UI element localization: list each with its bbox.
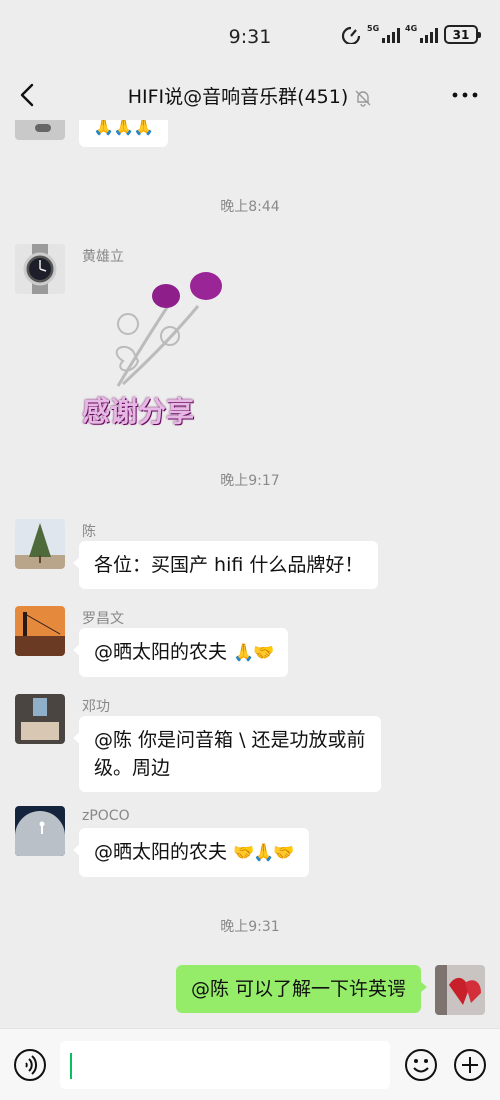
message-bubble[interactable]: @晒太阳的农夫 🙏🤝 <box>72 628 289 677</box>
message-text: @晒太阳的农夫 <box>94 841 234 863</box>
emoji-icon[interactable] <box>403 1047 439 1083</box>
avatar[interactable] <box>15 244 65 294</box>
my-message-bubble[interactable]: @陈 可以了解一下许英谔 <box>175 965 428 1013</box>
avatar[interactable] <box>15 120 65 140</box>
avatar[interactable] <box>15 519 65 569</box>
message-bubble[interactable]: 各位：买国产 hifi 什么品牌好！ <box>72 541 379 589</box>
watch-avatar-image <box>15 244 65 294</box>
timestamp: 晚上8:44 <box>220 199 280 215</box>
plus-icon[interactable] <box>452 1047 488 1083</box>
text-caret <box>70 1053 72 1079</box>
status-bar: 9:31 5G 4G 31 <box>0 0 500 72</box>
message-text: @陈 可以了解一下许英谔 <box>190 978 406 1000</box>
signal-5g-icon: 5G <box>367 24 400 43</box>
battery-icon: 31 <box>444 25 481 44</box>
mute-bell-icon <box>355 90 371 107</box>
desk-avatar-image <box>15 694 65 744</box>
tree-avatar-image <box>15 519 65 569</box>
sticker-image[interactable]: 感谢分享 <box>78 266 228 436</box>
message-emoji: 🙏🤝 <box>233 643 274 663</box>
chat-header: HIFI说@音响音乐群(451) <box>0 72 500 120</box>
avatar[interactable] <box>15 694 65 744</box>
chat-message-list[interactable]: 🙏🙏🙏 晚上8:44 黄雄立 感谢分享 晚上9:17 陈 各位：买国产 hifi… <box>0 120 500 1028</box>
avatar[interactable] <box>15 606 65 656</box>
sender-name: 邓功 <box>82 699 110 715</box>
my-avatar-image <box>435 965 485 1015</box>
sender-name: 陈 <box>82 524 96 540</box>
sticker-caption: 感谢分享 <box>82 395 195 428</box>
sunset-avatar-image <box>15 606 65 656</box>
input-bar <box>0 1028 500 1100</box>
message-text-line: @陈 你是问音箱 \ 还是功放或前 <box>94 729 366 751</box>
message-text: 各位：买国产 hifi 什么品牌好！ <box>94 554 364 576</box>
message-bubble[interactable]: @陈 你是问音箱 \ 还是功放或前 级。周边 <box>73 716 381 792</box>
chat-title-text: HIFI说@音响音乐群(451) <box>127 86 349 108</box>
data-saver-icon <box>341 26 361 44</box>
message-emoji: 🙏🙏🙏 <box>93 120 155 137</box>
message-input[interactable] <box>60 1041 390 1089</box>
message-text-line: 级。周边 <box>94 757 171 779</box>
more-icon[interactable] <box>450 84 480 106</box>
sender-name: zPOCO <box>82 808 130 824</box>
sender-name: 罗昌文 <box>82 611 124 627</box>
chat-title: HIFI说@音响音乐群(451) <box>0 82 500 109</box>
voice-icon[interactable] <box>12 1047 48 1083</box>
message-bubble[interactable]: @晒太阳的农夫 🤝🙏🤝 <box>73 828 309 877</box>
sender-name: 黄雄立 <box>82 249 124 265</box>
timestamp: 晚上9:17 <box>220 473 280 489</box>
status-icons: 5G 4G 31 <box>340 24 481 44</box>
message-bubble[interactable]: 🙏🙏🙏 <box>79 120 168 147</box>
message-text: @晒太阳的农夫 <box>94 641 234 663</box>
message-emoji: 🤝🙏🤝 <box>233 843 295 863</box>
moon-avatar-image <box>15 806 65 856</box>
signal-4g-icon: 4G <box>405 24 438 43</box>
my-avatar[interactable] <box>435 965 485 1015</box>
timestamp: 晚上9:31 <box>220 919 280 935</box>
avatar[interactable] <box>15 806 65 856</box>
